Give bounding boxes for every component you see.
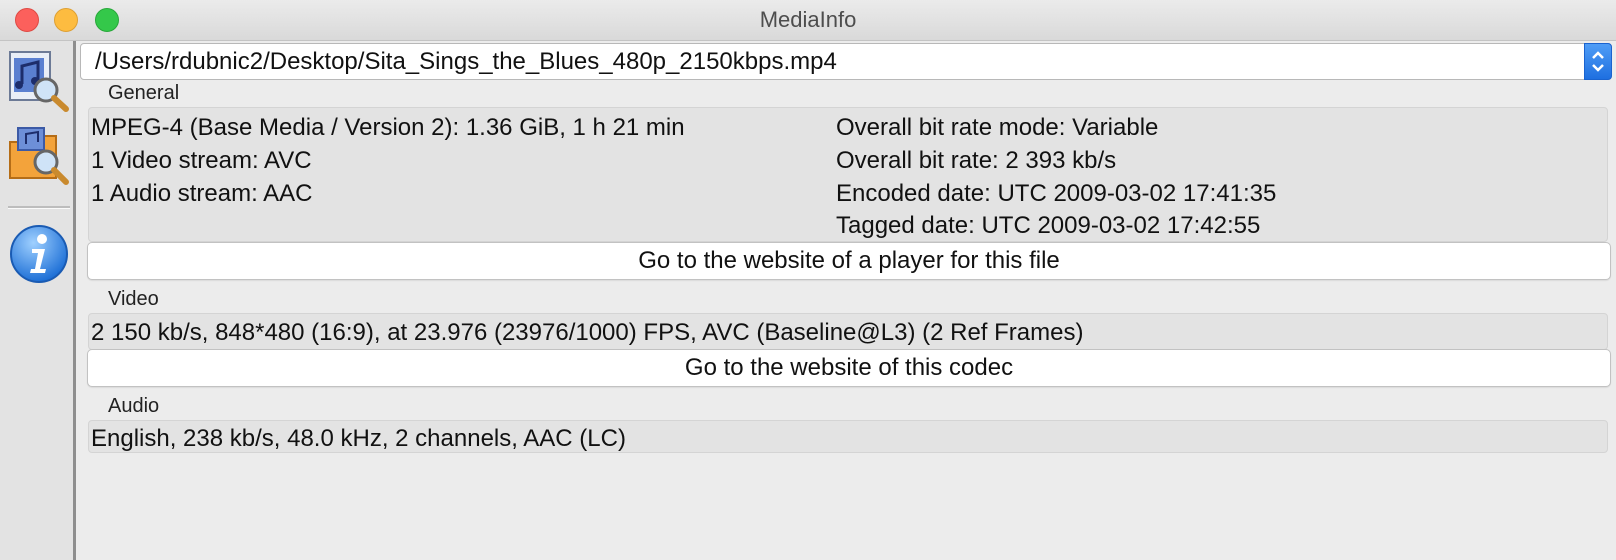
file-path-dropdown-button[interactable] <box>1584 43 1612 80</box>
info-icon <box>10 225 68 283</box>
player-website-button[interactable]: Go to the website of a player for this f… <box>87 242 1611 280</box>
open-file-icon <box>9 51 69 112</box>
file-path-value: /Users/rdubnic2/Desktop/Sita_Sings_the_B… <box>95 48 837 75</box>
chevron-up-down-icon <box>1592 51 1604 72</box>
video-section: 2 150 kb/s, 848*480 (16:9), at 23.976 (2… <box>88 313 1608 350</box>
overall-bit-rate-mode-line: Overall bit rate mode: Variable <box>836 114 1159 141</box>
overall-bit-rate-line: Overall bit rate: 2 393 kb/s <box>836 147 1117 174</box>
sidebar-separator <box>8 206 70 209</box>
tagged-date-line: Tagged date: UTC 2009-03-02 17:42:55 <box>836 212 1261 239</box>
general-section-label: General <box>108 82 180 104</box>
general-format-line: MPEG-4 (Base Media / Version 2): 1.36 Gi… <box>91 114 685 141</box>
sidebar <box>0 41 76 560</box>
audio-section-label: Audio <box>108 395 160 417</box>
audio-info-line: English, 238 kb/s, 48.0 kHz, 2 channels,… <box>91 425 626 452</box>
title-bar: MediaInfo <box>0 0 1616 41</box>
video-info-line: 2 150 kb/s, 848*480 (16:9), at 23.976 (2… <box>91 319 1084 346</box>
general-video-stream-line: 1 Video stream: AVC <box>91 147 312 174</box>
about-button[interactable] <box>8 223 70 285</box>
codec-website-button[interactable]: Go to the website of this codec <box>87 349 1611 387</box>
video-section-label: Video <box>108 288 159 310</box>
open-folder-icon <box>9 127 69 185</box>
file-path-select[interactable]: /Users/rdubnic2/Desktop/Sita_Sings_the_B… <box>80 43 1612 80</box>
window-title: MediaInfo <box>759 7 857 32</box>
open-file-button[interactable] <box>8 50 70 112</box>
general-section: MPEG-4 (Base Media / Version 2): 1.36 Gi… <box>88 107 1608 242</box>
audio-section: English, 238 kb/s, 48.0 kHz, 2 channels,… <box>88 420 1608 453</box>
open-folder-button[interactable] <box>8 124 70 186</box>
encoded-date-line: Encoded date: UTC 2009-03-02 17:41:35 <box>836 180 1277 207</box>
general-audio-stream-line: 1 Audio stream: AAC <box>91 180 313 207</box>
